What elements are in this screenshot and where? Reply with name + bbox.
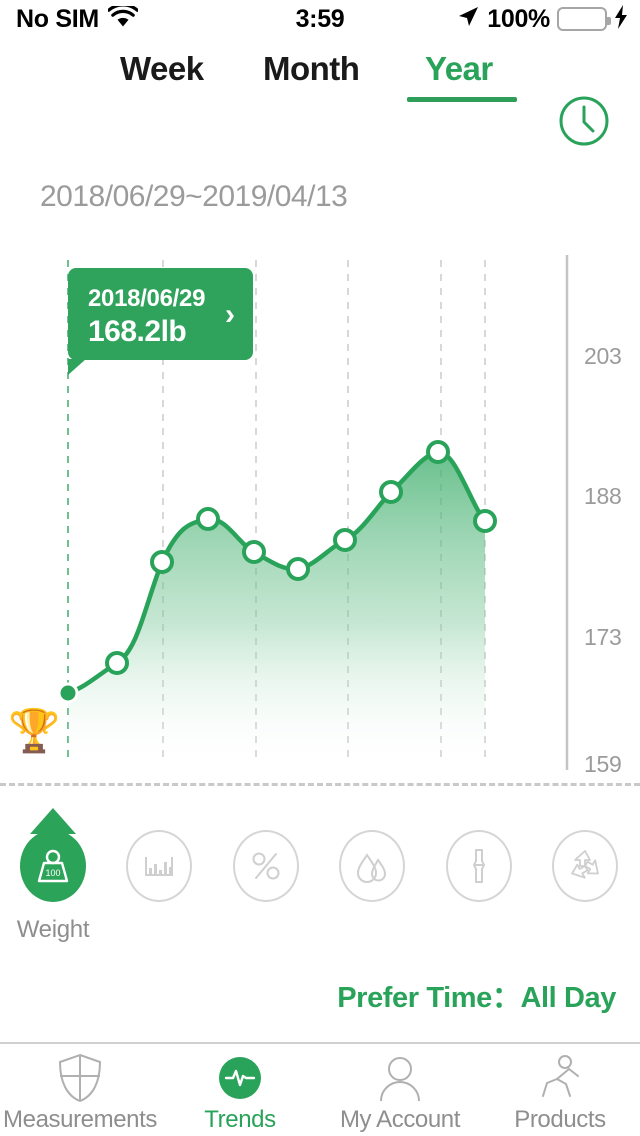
y-tick-label: 173 [584,624,622,650]
weight-scale-icon: 100 [20,830,86,902]
active-tab-underline [407,97,517,102]
chart-area-fill [68,451,485,763]
bone-mass-icon [446,830,512,902]
y-tick-label: 188 [584,483,622,509]
tab-products-label: Products [514,1106,606,1133]
metric-metabolism[interactable] [540,830,630,916]
data-point [286,557,310,581]
tab-trends[interactable]: Trends [160,1052,320,1134]
date-range-label: 2018/06/29~2019/04/13 [40,180,348,213]
heartbeat-icon [160,1052,320,1104]
chevron-right-icon[interactable]: › [225,300,235,330]
app-root: No SIM 3:59 100% Week Month Year 2018/06… [0,0,640,1136]
metric-body-fat[interactable] [221,830,311,916]
chart-bottom-divider [0,783,640,786]
data-point [242,540,266,564]
history-button[interactable] [558,95,610,152]
metric-weight[interactable]: 100 Weight [8,808,98,944]
tab-week[interactable]: Week [120,50,204,88]
tab-year[interactable]: Year [425,50,493,88]
tab-trends-label: Trends [204,1106,276,1133]
y-tick-label: 203 [584,343,622,369]
status-bar-right: 100% [456,4,628,34]
metabolism-recycle-icon [552,830,618,902]
data-point-selected [57,682,79,704]
tab-products[interactable]: Products [480,1052,640,1134]
exercise-person-icon [480,1052,640,1104]
tooltip-date: 2018/06/29 [88,285,206,312]
water-drop-icon [339,830,405,902]
data-point [426,440,450,464]
battery-percent-label: 100% [487,4,550,33]
trend-chart[interactable]: 203 188 173 159 2018/06/29 168.2lb › 🏆 [0,255,640,785]
tab-measurements[interactable]: Measurements [0,1052,160,1134]
metric-water[interactable] [327,830,417,916]
selected-caret-icon [30,808,76,834]
tab-my-account-label: My Account [339,1106,461,1133]
person-icon [320,1052,480,1104]
clock-icon [558,96,610,151]
tab-my-account[interactable]: My Account [320,1052,480,1134]
prefer-time-label[interactable]: Prefer Time：All Day [337,974,616,1016]
tab-measurements-label: Measurements [3,1106,157,1133]
achievement-trophy-icon: 🏆 [8,707,61,754]
data-point [150,550,174,574]
lightning-bolt-icon [614,4,628,34]
body-fat-percent-icon [233,830,299,902]
data-point [473,509,497,533]
location-arrow-icon [456,5,480,34]
metric-weight-label: Weight [16,916,90,943]
metric-bmi[interactable] [114,830,204,916]
tooltip-value: 168.2lb [88,315,187,348]
period-tabs: Week Month Year [0,40,640,146]
data-point [379,480,403,504]
metric-selector: 100 Weight [0,808,640,943]
y-tick-label: 159 [584,751,622,777]
battery-icon [557,7,611,31]
svg-text:100: 100 [45,868,60,878]
data-point [333,528,357,552]
data-point [105,651,129,675]
shield-icon [0,1052,160,1104]
data-point [196,507,220,531]
bmi-bar-chart-icon [126,830,192,902]
tab-month[interactable]: Month [263,50,360,88]
bottom-tab-bar: Measurements Trends My Account Products [0,1042,640,1136]
metric-bone-mass[interactable] [434,830,524,916]
status-bar: No SIM 3:59 100% [0,0,640,38]
chart-tooltip[interactable]: 2018/06/29 168.2lb › [68,268,253,375]
